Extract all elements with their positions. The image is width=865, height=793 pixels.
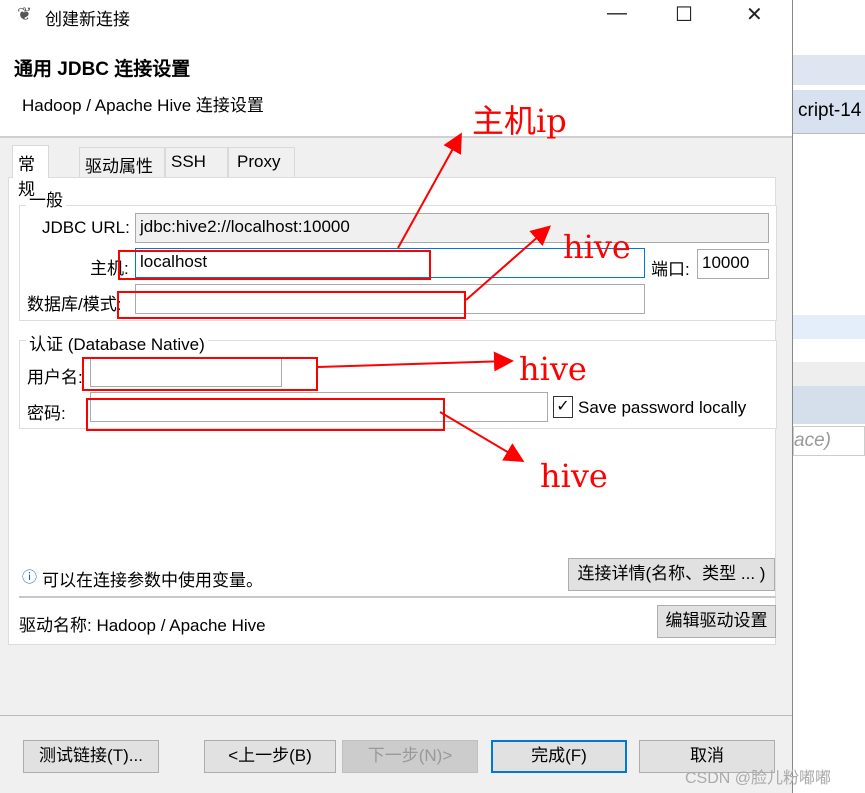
- background-tab: cript-14: [793, 90, 865, 134]
- background-ide-window: cript-14 ace): [793, 0, 865, 793]
- test-connection-button[interactable]: 测试链接(T)...: [23, 740, 159, 773]
- finish-button[interactable]: 完成(F): [491, 740, 627, 773]
- host-annotation-box: [118, 250, 431, 280]
- close-button[interactable]: ✕: [746, 2, 763, 27]
- save-password-label[interactable]: Save password locally: [578, 398, 746, 418]
- username-annotation: hive: [519, 350, 587, 388]
- jdbc-url-field[interactable]: jdbc:hive2://localhost:10000: [135, 213, 769, 243]
- background-field: ace): [793, 426, 865, 456]
- database-annotation: hive: [563, 228, 631, 266]
- save-password-checkbox[interactable]: ✓: [553, 396, 573, 418]
- title-bar: ❦ 创建新连接 — ☐ ✕: [0, 0, 792, 30]
- username-annotation-box: [82, 357, 318, 391]
- tab-general[interactable]: 常规: [12, 145, 49, 199]
- page-title: 通用 JDBC 连接设置: [14, 59, 191, 80]
- tab-driver-properties[interactable]: 驱动属性: [79, 147, 165, 178]
- auth-group-label: 认证 (Database Native): [26, 330, 208, 355]
- host-ip-annotation: 主机ip: [472, 102, 567, 140]
- next-button: 下一步(N)>: [342, 740, 478, 773]
- port-label: 端口:: [651, 260, 690, 279]
- minimize-button[interactable]: —: [607, 2, 627, 25]
- database-label: 数据库/模式:: [27, 295, 122, 314]
- watermark: CSDN @脸儿粉嘟嘟: [685, 770, 832, 787]
- connection-details-button[interactable]: 连接详情(名称、类型 ... ): [568, 558, 775, 591]
- maximize-button[interactable]: ☐: [675, 2, 693, 27]
- app-icon: ❦: [17, 4, 33, 24]
- edit-driver-button[interactable]: 编辑驱动设置: [657, 605, 776, 638]
- port-field[interactable]: 10000: [697, 249, 769, 279]
- driver-name: 驱动名称: Hadoop / Apache Hive: [19, 616, 266, 635]
- separator: [19, 596, 776, 598]
- wizard-header: 通用 JDBC 连接设置 Hadoop / Apache Hive 连接设置: [0, 30, 792, 138]
- page-subtitle: Hadoop / Apache Hive 连接设置: [22, 96, 264, 115]
- tab-ssh[interactable]: SSH: [165, 147, 228, 178]
- info-icon: ⓘ: [22, 569, 38, 586]
- jdbc-url-label: JDBC URL:: [42, 218, 130, 237]
- tab-proxy[interactable]: Proxy: [228, 147, 295, 178]
- new-connection-dialog: ❦ 创建新连接 — ☐ ✕ 通用 JDBC 连接设置 Hadoop / Apac…: [0, 0, 793, 793]
- variables-hint: 可以在连接参数中使用变量。: [42, 571, 263, 590]
- footer-separator: [0, 715, 792, 716]
- window-title: 创建新连接: [45, 10, 130, 29]
- username-label: 用户名:: [27, 368, 83, 387]
- password-annotation: hive: [540, 457, 608, 495]
- database-annotation-box: [117, 291, 466, 319]
- password-label: 密码:: [27, 404, 66, 423]
- back-button[interactable]: <上一步(B): [204, 740, 336, 773]
- password-annotation-box: [86, 398, 445, 431]
